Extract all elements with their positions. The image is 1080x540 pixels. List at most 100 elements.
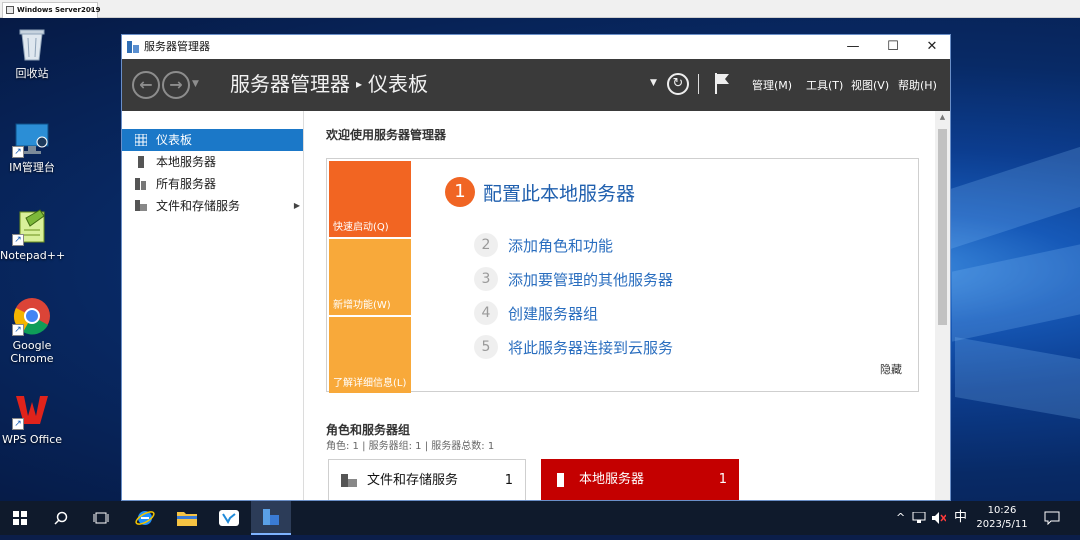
task-view-icon (93, 512, 109, 524)
dashboard-icon (135, 134, 147, 146)
desktop-icon-label: IM管理台 (9, 161, 55, 174)
vm-tab[interactable]: Windows Server2019 ✕ (2, 2, 100, 18)
search-icon (54, 511, 68, 525)
chevron-right-icon[interactable]: ▶ (294, 195, 300, 217)
taskbar-file-explorer[interactable] (167, 501, 207, 535)
role-card-file-storage[interactable]: 文件和存储服务 1 (328, 459, 526, 500)
menu-tools[interactable]: 工具(T) (806, 77, 843, 93)
chrome-icon[interactable]: ↗ Google Chrome (0, 296, 64, 365)
taskbar-remote-app[interactable] (209, 501, 249, 535)
volume-muted-icon[interactable] (932, 512, 946, 524)
storage-icon (135, 200, 147, 211)
start-button[interactable] (0, 501, 40, 535)
refresh-icon[interactable]: ↻ (667, 73, 689, 95)
search-button[interactable] (41, 501, 81, 535)
back-button[interactable]: ← (132, 71, 160, 99)
server-icon (138, 156, 144, 168)
step-add-servers[interactable]: 3 添加要管理的其他服务器 (474, 267, 673, 291)
scroll-up-icon[interactable]: ▲ (935, 113, 950, 121)
sidebar-item-local-server[interactable]: 本地服务器 (122, 151, 303, 173)
role-card-local-server[interactable]: 本地服务器 1 (541, 459, 739, 500)
tile-quick-start[interactable]: 快速启动(Q) (329, 161, 411, 237)
shortcut-arrow-icon: ↗ (12, 234, 24, 246)
monitor-icon (6, 6, 14, 14)
step-number: 4 (474, 301, 498, 325)
menu-manage[interactable]: 管理(M) (752, 77, 792, 93)
server-icon (557, 473, 564, 487)
quick-start-panel: 快速启动(Q) 新增功能(W) 了解详细信息(L) 1 配置此本地服务器 2 添… (326, 158, 919, 393)
notepadpp-icon[interactable]: ↗ Notepad++ (0, 206, 65, 262)
minimize-button[interactable]: — (833, 35, 873, 59)
step-number: 3 (474, 267, 498, 291)
shortcut-arrow-icon: ↗ (12, 324, 24, 336)
role-card-label: 文件和存储服务 (367, 473, 459, 488)
vm-tab-strip: Windows Server2019 ✕ (0, 0, 1080, 18)
header-divider (698, 74, 699, 94)
sidebar-item-label: 本地服务器 (156, 155, 217, 169)
windows-logo-icon (13, 511, 27, 525)
wallpaper-beam (952, 244, 1080, 342)
notifications-flag-icon[interactable] (714, 72, 730, 94)
desktop-icon-label: Google Chrome (10, 339, 54, 365)
chevron-down-icon[interactable]: ▼ (650, 78, 657, 88)
tray-overflow-chevron[interactable]: ^ (896, 501, 905, 535)
step-label: 添加要管理的其他服务器 (508, 270, 674, 289)
taskbar-clock[interactable]: 10:26 2023/5/11 (972, 504, 1032, 532)
clock-time: 10:26 (987, 505, 1017, 516)
hide-link[interactable]: 隐藏 (880, 361, 902, 377)
role-card-count: 1 (718, 472, 727, 487)
maximize-button[interactable]: ☐ (873, 35, 913, 59)
tile-label: 快速启动(Q) (333, 222, 389, 233)
menu-view[interactable]: 视图(V) (851, 77, 889, 93)
step-connect-cloud[interactable]: 5 将此服务器连接到云服务 (474, 335, 673, 359)
wallpaper-beam (955, 336, 1080, 420)
roles-summary: 角色: 1 | 服务器组: 1 | 服务器总数: 1 (326, 441, 495, 452)
recycle-bin-icon[interactable]: 回收站 (0, 24, 64, 80)
sidebar-item-dashboard[interactable]: 仪表板 (122, 129, 303, 151)
sidebar-item-all-servers[interactable]: 所有服务器 (122, 173, 303, 195)
step-configure-local-server[interactable]: 1 配置此本地服务器 (445, 177, 635, 207)
breadcrumb-root[interactable]: 服务器管理器 (230, 72, 350, 96)
desktop-icon-label: 回收站 (15, 67, 49, 80)
step-label: 配置此本地服务器 (483, 182, 636, 205)
ime-indicator[interactable]: 中 (954, 501, 967, 535)
sidebar-item-label: 所有服务器 (156, 177, 217, 191)
taskbar-internet-explorer[interactable] (125, 501, 165, 535)
dashboard-content: 欢迎使用服务器管理器 快速启动(Q) 新增功能(W) 了解详细信息(L) 1 配… (305, 111, 937, 500)
close-button[interactable]: ✕ (912, 35, 950, 59)
welcome-title: 欢迎使用服务器管理器 (326, 128, 447, 142)
wps-office-icon[interactable]: ↗ WPS Office (0, 390, 64, 446)
step-number: 1 (445, 177, 475, 207)
window-titlebar[interactable]: 服务器管理器 — ☐ ✕ (122, 35, 950, 59)
roles-title: 角色和服务器组 (326, 423, 411, 437)
chevron-down-icon[interactable]: ▼ (192, 79, 199, 89)
network-icon[interactable] (912, 512, 926, 524)
vertical-scrollbar[interactable]: ▲ (935, 111, 950, 500)
clock-date: 2023/5/11 (976, 519, 1028, 530)
forward-button[interactable]: → (162, 71, 190, 99)
breadcrumb-current: 仪表板 (368, 72, 429, 96)
task-view-button[interactable] (81, 501, 121, 535)
shortcut-arrow-icon: ↗ (12, 146, 24, 158)
step-add-roles[interactable]: 2 添加角色和功能 (474, 233, 613, 257)
server-manager-window: 服务器管理器 — ☐ ✕ ← → ▼ 服务器管理器 ▸ 仪表板 ▼ ↻ 管理(M) … (121, 34, 951, 501)
step-label: 添加角色和功能 (508, 236, 614, 255)
servers-icon (135, 178, 146, 190)
sidebar-item-file-storage[interactable]: 文件和存储服务 ▶ (122, 195, 303, 217)
taskbar-server-manager[interactable] (251, 501, 291, 535)
tile-label: 新增功能(W) (333, 300, 391, 311)
im-console-icon[interactable]: ↗ IM管理台 (0, 118, 64, 174)
close-icon[interactable]: ✕ (87, 3, 94, 17)
tile-learn-more[interactable]: 了解详细信息(L) (329, 317, 411, 393)
tile-label: 了解详细信息(L) (333, 378, 407, 389)
step-number: 2 (474, 233, 498, 257)
scrollbar-thumb[interactable] (938, 129, 947, 325)
step-label: 创建服务器组 (508, 304, 599, 323)
role-card-label: 本地服务器 (579, 472, 645, 487)
notifications-icon[interactable] (1044, 511, 1060, 525)
tile-whats-new[interactable]: 新增功能(W) (329, 239, 411, 315)
menu-help[interactable]: 帮助(H) (898, 77, 937, 93)
sidebar-item-label: 文件和存储服务 (156, 199, 241, 213)
step-create-server-group[interactable]: 4 创建服务器组 (474, 301, 598, 325)
